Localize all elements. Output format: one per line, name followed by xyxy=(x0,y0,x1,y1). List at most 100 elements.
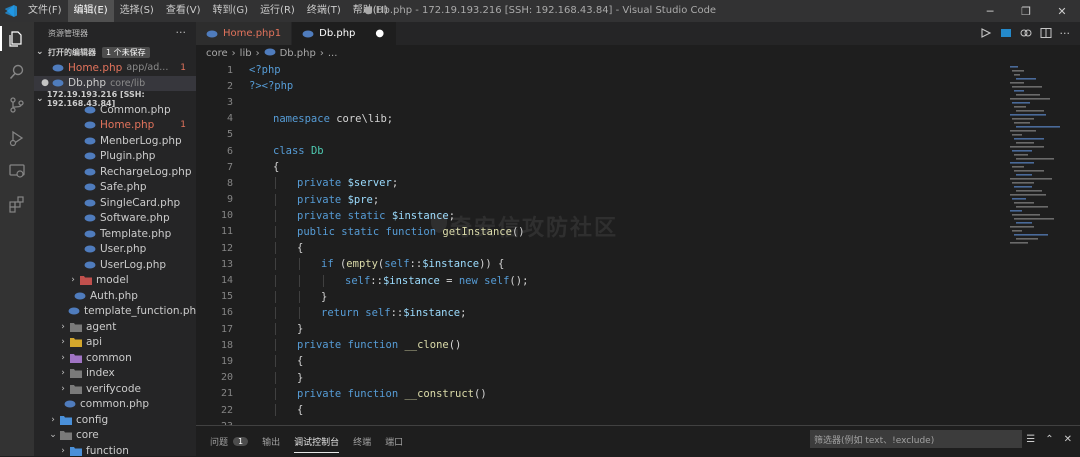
open-editor-db[interactable]: ● Db.php core/lib xyxy=(34,75,196,91)
tree-folder[interactable]: › api xyxy=(34,335,196,351)
tree-file[interactable]: Plugin.php xyxy=(34,149,196,165)
line-number: 4 xyxy=(226,113,233,125)
tree-file[interactable]: Software.php xyxy=(34,211,196,227)
tab-ports[interactable]: 端口 xyxy=(385,432,403,452)
tab-home-php[interactable]: Home.php 1 xyxy=(196,22,293,45)
tree-file[interactable]: common.php xyxy=(34,397,196,413)
tree-folder[interactable]: › common xyxy=(34,350,196,366)
tab-terminal[interactable]: 终端 xyxy=(353,432,371,452)
tree-file[interactable]: UserLog.php xyxy=(34,257,196,273)
menu-item[interactable]: 查看(V) xyxy=(160,0,207,22)
restore-icon[interactable]: ❐ xyxy=(1008,0,1044,22)
file-tree: Common.php Home.php 1 MenberLog.php Plugin.p… xyxy=(34,102,196,456)
php-file-icon xyxy=(206,30,218,38)
code-token: self xyxy=(484,274,510,287)
code-token: private static xyxy=(297,209,392,222)
maximize-panel-icon[interactable]: ⌃ xyxy=(1045,434,1053,445)
tree-item-label: api xyxy=(86,336,103,349)
title-bar: 文件(F) 编辑(E) 选择(S) 查看(V) 转到(G) 运行(R) 终端(T) 帮助(H)… xyxy=(0,0,1080,22)
breadcrumb: core › lib › Db.php ›... xyxy=(196,45,1080,62)
tab-problems[interactable]: 问题 1 xyxy=(210,432,249,452)
php-file-icon xyxy=(52,63,64,73)
remote-explorer-icon[interactable] xyxy=(0,154,34,187)
code-token: Db xyxy=(310,145,324,158)
tree-file[interactable]: Auth.php xyxy=(34,288,196,304)
breadcrumb-item[interactable]: ... xyxy=(328,48,338,59)
close-icon[interactable]: ✕ xyxy=(1044,0,1080,22)
code-token: $instance xyxy=(403,306,461,319)
tab-debug-console[interactable]: 调试控制台 xyxy=(294,432,340,453)
remote-run-icon[interactable] xyxy=(980,24,992,43)
close-panel-icon[interactable]: ✕ xyxy=(1064,434,1072,445)
split-editor-icon[interactable] xyxy=(1040,24,1052,43)
menu-item[interactable]: 编辑(E) xyxy=(67,0,114,22)
tree-item-label: SingleCard.php xyxy=(100,196,181,209)
open-editor-home[interactable]: Home.php app/ad... 1 xyxy=(34,60,196,76)
more-actions-icon[interactable]: ··· xyxy=(176,26,187,39)
explorer-icon[interactable] xyxy=(0,22,34,55)
tree-item-label: UserLog.php xyxy=(100,258,167,271)
code-token: <?php xyxy=(249,64,281,77)
breadcrumb-item[interactable]: Db.php xyxy=(280,48,316,59)
menu-item[interactable]: 转到(G) xyxy=(207,0,255,22)
unsaved-dot-icon[interactable]: ● xyxy=(375,28,384,39)
code-token: } xyxy=(321,290,328,303)
extensions-icon[interactable] xyxy=(0,187,34,220)
problem-count: 1 xyxy=(180,120,186,131)
menu-item[interactable]: 终端(T) xyxy=(301,0,347,22)
tree-item-label: agent xyxy=(86,320,117,333)
minimap[interactable] xyxy=(1006,62,1070,252)
source-control-icon[interactable] xyxy=(0,88,34,121)
tree-item-label: MenberLog.php xyxy=(100,134,182,147)
clear-console-icon[interactable]: ☰ xyxy=(1026,434,1035,445)
tree-folder[interactable]: › model xyxy=(34,273,196,289)
open-preview-icon[interactable] xyxy=(1000,24,1012,43)
search-icon[interactable] xyxy=(0,55,34,88)
folder-icon xyxy=(60,430,72,441)
tree-folder[interactable]: › index xyxy=(34,366,196,382)
code-token: __clone xyxy=(404,339,449,352)
tree-file[interactable]: Common.php xyxy=(34,102,196,118)
tree-file[interactable]: MenberLog.php xyxy=(34,133,196,149)
filter-input[interactable]: 筛选器(例如 text、!exclude) xyxy=(810,430,1022,448)
run-debug-icon[interactable] xyxy=(0,121,34,154)
menu-item[interactable]: 文件(F) xyxy=(22,0,68,22)
tree-file[interactable]: Template.php xyxy=(34,226,196,242)
code-line: 3 xyxy=(196,94,1002,110)
vertical-scrollbar[interactable] xyxy=(1070,62,1080,432)
menu-item[interactable]: 运行(R) xyxy=(254,0,301,22)
tree-folder[interactable]: ⌄ core xyxy=(34,428,196,444)
tab-db-php[interactable]: Db.php ● xyxy=(292,22,398,45)
code-line: 15} xyxy=(196,289,1002,305)
code-token: { xyxy=(297,355,304,368)
tree-file[interactable]: RechargeLog.php xyxy=(34,164,196,180)
tree-file[interactable]: Safe.php xyxy=(34,180,196,196)
minimize-icon[interactable]: ─ xyxy=(972,0,1008,22)
tree-file[interactable]: SingleCard.php xyxy=(34,195,196,211)
tree-file[interactable]: Home.php 1 xyxy=(34,118,196,134)
breadcrumb-item[interactable]: core xyxy=(206,48,228,59)
tree-file[interactable]: User.php xyxy=(34,242,196,258)
menu-item[interactable]: 选择(S) xyxy=(114,0,160,22)
chevron-right-icon: › xyxy=(61,383,65,394)
tab-output[interactable]: 输出 xyxy=(262,432,280,452)
menu-item[interactable]: 帮助(H) xyxy=(347,0,394,22)
line-number: 16 xyxy=(220,307,233,319)
tree-folder[interactable]: › verifycode xyxy=(34,381,196,397)
minimap-line xyxy=(1016,174,1032,176)
code-token: return xyxy=(321,306,366,319)
tree-item-label: Software.php xyxy=(100,212,170,225)
open-editors-header[interactable]: ⌄ 打开的编辑器 1 个未保存 xyxy=(34,44,196,60)
code-editor[interactable]: 1 <?php 2 ?><?php 3 4 namespace core\lib; 5 6 cla… xyxy=(196,62,1002,432)
tree-folder[interactable]: › agent xyxy=(34,319,196,335)
tree-item-label: index xyxy=(86,367,115,380)
tree-folder[interactable]: › function xyxy=(34,443,196,456)
more-actions-icon[interactable]: ··· xyxy=(1060,27,1071,40)
code-token: new xyxy=(458,274,485,287)
tree-file[interactable]: template_function.php xyxy=(34,304,196,320)
breadcrumb-item[interactable]: lib xyxy=(240,48,252,59)
minimap-line xyxy=(1012,70,1024,72)
php-file-icon xyxy=(84,198,96,208)
compare-icon[interactable] xyxy=(1020,24,1032,43)
tree-folder[interactable]: › config xyxy=(34,412,196,428)
